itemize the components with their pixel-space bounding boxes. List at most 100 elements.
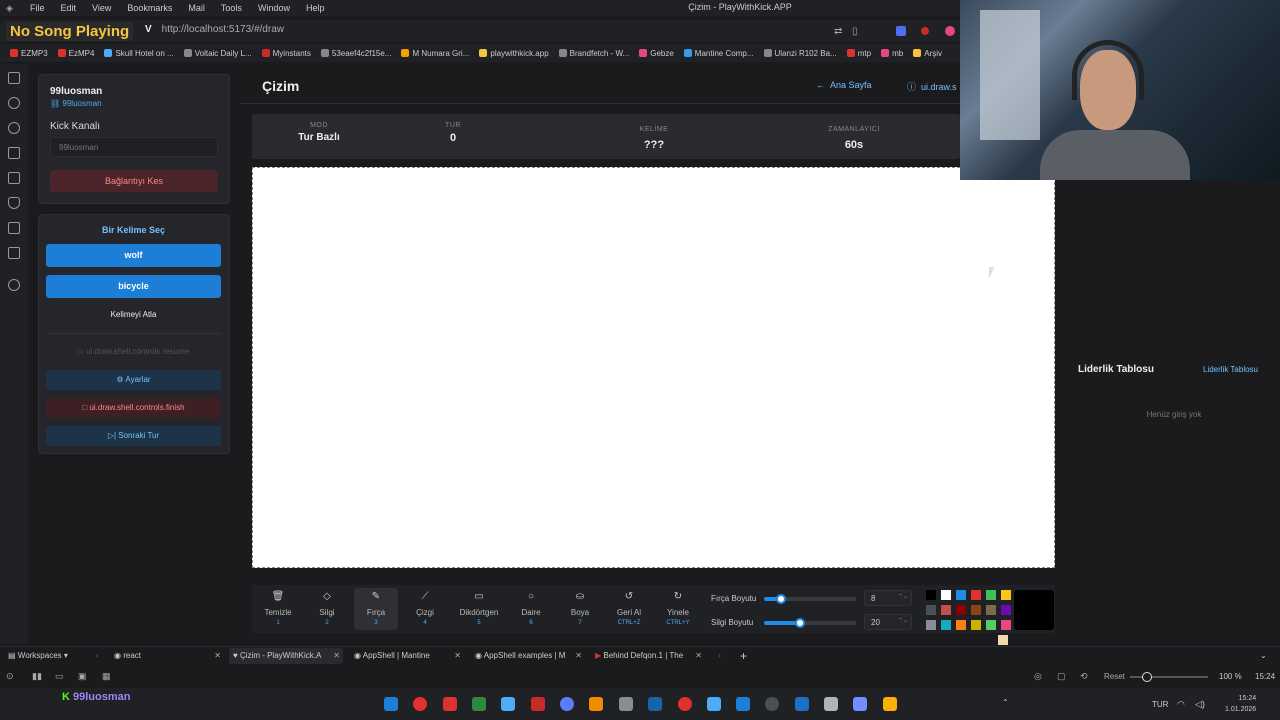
bookmark-item[interactable]: Myinstants [261, 49, 311, 58]
notepad-icon[interactable] [853, 697, 867, 711]
panel-toggle-icon[interactable]: ⊙ [6, 671, 14, 682]
brand-link[interactable]: ⓘ ui.draw.s [907, 80, 957, 93]
github-icon[interactable] [765, 697, 779, 711]
word-option-button[interactable]: wolf [46, 244, 221, 267]
volume-icon[interactable]: ◁) [1195, 699, 1205, 710]
color-swatch[interactable] [1001, 590, 1011, 600]
new-tab-icon[interactable]: + [736, 648, 752, 664]
app-icon[interactable] [648, 697, 662, 711]
start-windows-icon[interactable] [384, 697, 398, 711]
disconnect-button[interactable]: Bağlantıyı Kes [50, 170, 218, 192]
zoom-reset-button[interactable]: Reset [1104, 672, 1125, 681]
tab-appshell-examples[interactable]: ◉ AppShell examples | M ✕ [471, 648, 585, 664]
menu-tools[interactable]: Tools [221, 3, 242, 13]
tab-appshell[interactable]: ◉ AppShell | Mantine ✕ [350, 648, 464, 664]
workspaces-button[interactable]: ▤ Workspaces ▾ [4, 648, 88, 664]
reading-list-icon[interactable] [8, 197, 20, 209]
close-icon[interactable]: ✕ [214, 648, 221, 664]
tab-scroll-left-icon[interactable]: ‹ [92, 648, 106, 664]
menu-edit[interactable]: Edit [61, 3, 77, 13]
color-swatch[interactable] [986, 590, 996, 600]
tool-dikdrtgen[interactable]: ▭ Dikdörtgen 5 [456, 588, 502, 630]
close-icon[interactable]: ✕ [695, 648, 702, 664]
stepper-icon[interactable]: ⌃⌄ [898, 617, 908, 624]
tool-yinele[interactable]: ↻ Yinele CTRL+Y [656, 588, 700, 630]
tiling-icon[interactable]: ▮▮ [32, 671, 42, 682]
terminal-icon[interactable] [472, 697, 486, 711]
bookmark-item[interactable]: Arşiv [913, 49, 942, 58]
bookmark-item[interactable]: mtp [846, 49, 871, 58]
calendar-icon[interactable]: ▦ [102, 671, 111, 682]
skip-word-button[interactable]: Kelimeyi Atla [46, 305, 221, 325]
tool-fra[interactable]: ✎ Fırça 3 [354, 588, 398, 630]
bookmark-item[interactable]: M Numara Gri... [401, 49, 469, 58]
bookmark-item[interactable]: playwithkick.app [479, 49, 549, 58]
vivaldi-logo-icon[interactable]: ◈ [6, 3, 22, 14]
brush-size-slider[interactable] [764, 594, 856, 604]
tool-gerial[interactable]: ↺ Geri Al CTRL+Z [607, 588, 651, 630]
add-panel-icon[interactable] [8, 279, 20, 291]
capture-icon[interactable]: ◎ [1034, 671, 1042, 682]
downloads-icon[interactable] [8, 97, 20, 109]
app-icon[interactable] [619, 697, 633, 711]
tab-menu-icon[interactable]: ⌄ [1256, 648, 1274, 664]
tab-react[interactable]: ◉ react ✕ [110, 648, 224, 664]
close-icon[interactable]: ✕ [575, 648, 582, 664]
color-swatch[interactable] [941, 620, 951, 630]
settings-button[interactable]: ⚙ Ayarlar [46, 370, 221, 390]
zoom-slider[interactable] [1130, 672, 1208, 682]
brush-size-input[interactable]: 8 ⌃⌄ [864, 590, 912, 606]
slider-handle[interactable] [1142, 672, 1152, 682]
menu-mail[interactable]: Mail [188, 3, 205, 13]
filezilla-icon[interactable] [531, 697, 545, 711]
tool-izgi[interactable]: ⟋ Çizgi 4 [403, 588, 447, 630]
translate-panel-icon[interactable] [8, 172, 20, 184]
bookmark-item[interactable]: Mantine Comp... [683, 49, 754, 58]
window-panel-icon[interactable] [8, 222, 20, 234]
file-explorer-icon[interactable] [883, 697, 897, 711]
color-swatch[interactable] [971, 590, 981, 600]
vscode-icon[interactable] [736, 697, 750, 711]
user-handle-link[interactable]: ⛓ 99luosman [50, 99, 102, 108]
bookmark-item[interactable]: Brandfetch - W... [558, 49, 629, 58]
stepper-icon[interactable]: ⌃⌄ [898, 593, 908, 600]
chevron-up-icon[interactable]: ⌃ [1002, 698, 1009, 707]
url-field[interactable]: Vhttp://localhost:5173/#/draw [145, 24, 284, 35]
notes-icon[interactable] [8, 147, 20, 159]
app-icon[interactable] [707, 697, 721, 711]
bookmark-item[interactable]: Skull Hotel on ... [104, 49, 174, 58]
home-link[interactable]: ← Ana Sayfa [816, 80, 872, 90]
menu-window[interactable]: Window [258, 3, 290, 13]
color-swatch[interactable] [926, 590, 936, 600]
taskbar-clock[interactable]: 15:24 1.01.2026 [1225, 693, 1256, 715]
color-swatch[interactable] [941, 605, 951, 615]
color-swatch[interactable] [941, 590, 951, 600]
panel-bookmarks-icon[interactable] [8, 72, 20, 84]
extension-pink-icon[interactable] [945, 26, 955, 36]
color-swatch[interactable] [1001, 620, 1011, 630]
eraser-size-slider[interactable] [764, 618, 856, 628]
menu-bookmarks[interactable]: Bookmarks [127, 3, 172, 13]
bookmark-item[interactable]: EzMP4 [57, 49, 94, 58]
color-swatch[interactable] [956, 605, 966, 615]
slider-handle[interactable] [775, 594, 786, 604]
wifi-icon[interactable]: ◠ [1177, 699, 1185, 710]
tool-silgi[interactable]: ◇ Silgi 2 [305, 588, 349, 630]
menu-help[interactable]: Help [306, 3, 325, 13]
record-app-icon[interactable] [678, 697, 692, 711]
menu-view[interactable]: View [92, 3, 111, 13]
illustrator-icon[interactable] [589, 697, 603, 711]
color-swatch[interactable] [956, 590, 966, 600]
tab-cizim[interactable]: ♥ Çizim - PlayWithKick.A ✕ [229, 648, 343, 664]
color-swatch[interactable] [971, 620, 981, 630]
eraser-size-input[interactable]: 20 ⌃⌄ [864, 614, 912, 630]
menu-file[interactable]: File [30, 3, 45, 13]
next-round-button[interactable]: ▷| Sonraki Tur [46, 426, 221, 446]
history-icon[interactable] [8, 122, 20, 134]
steam-icon[interactable] [795, 697, 809, 711]
bookmark-item[interactable]: mb [881, 49, 903, 58]
window-icon[interactable]: ▭ [55, 671, 64, 682]
color-swatch[interactable] [971, 605, 981, 615]
color-swatch[interactable] [956, 620, 966, 630]
color-swatch[interactable] [1001, 605, 1011, 615]
